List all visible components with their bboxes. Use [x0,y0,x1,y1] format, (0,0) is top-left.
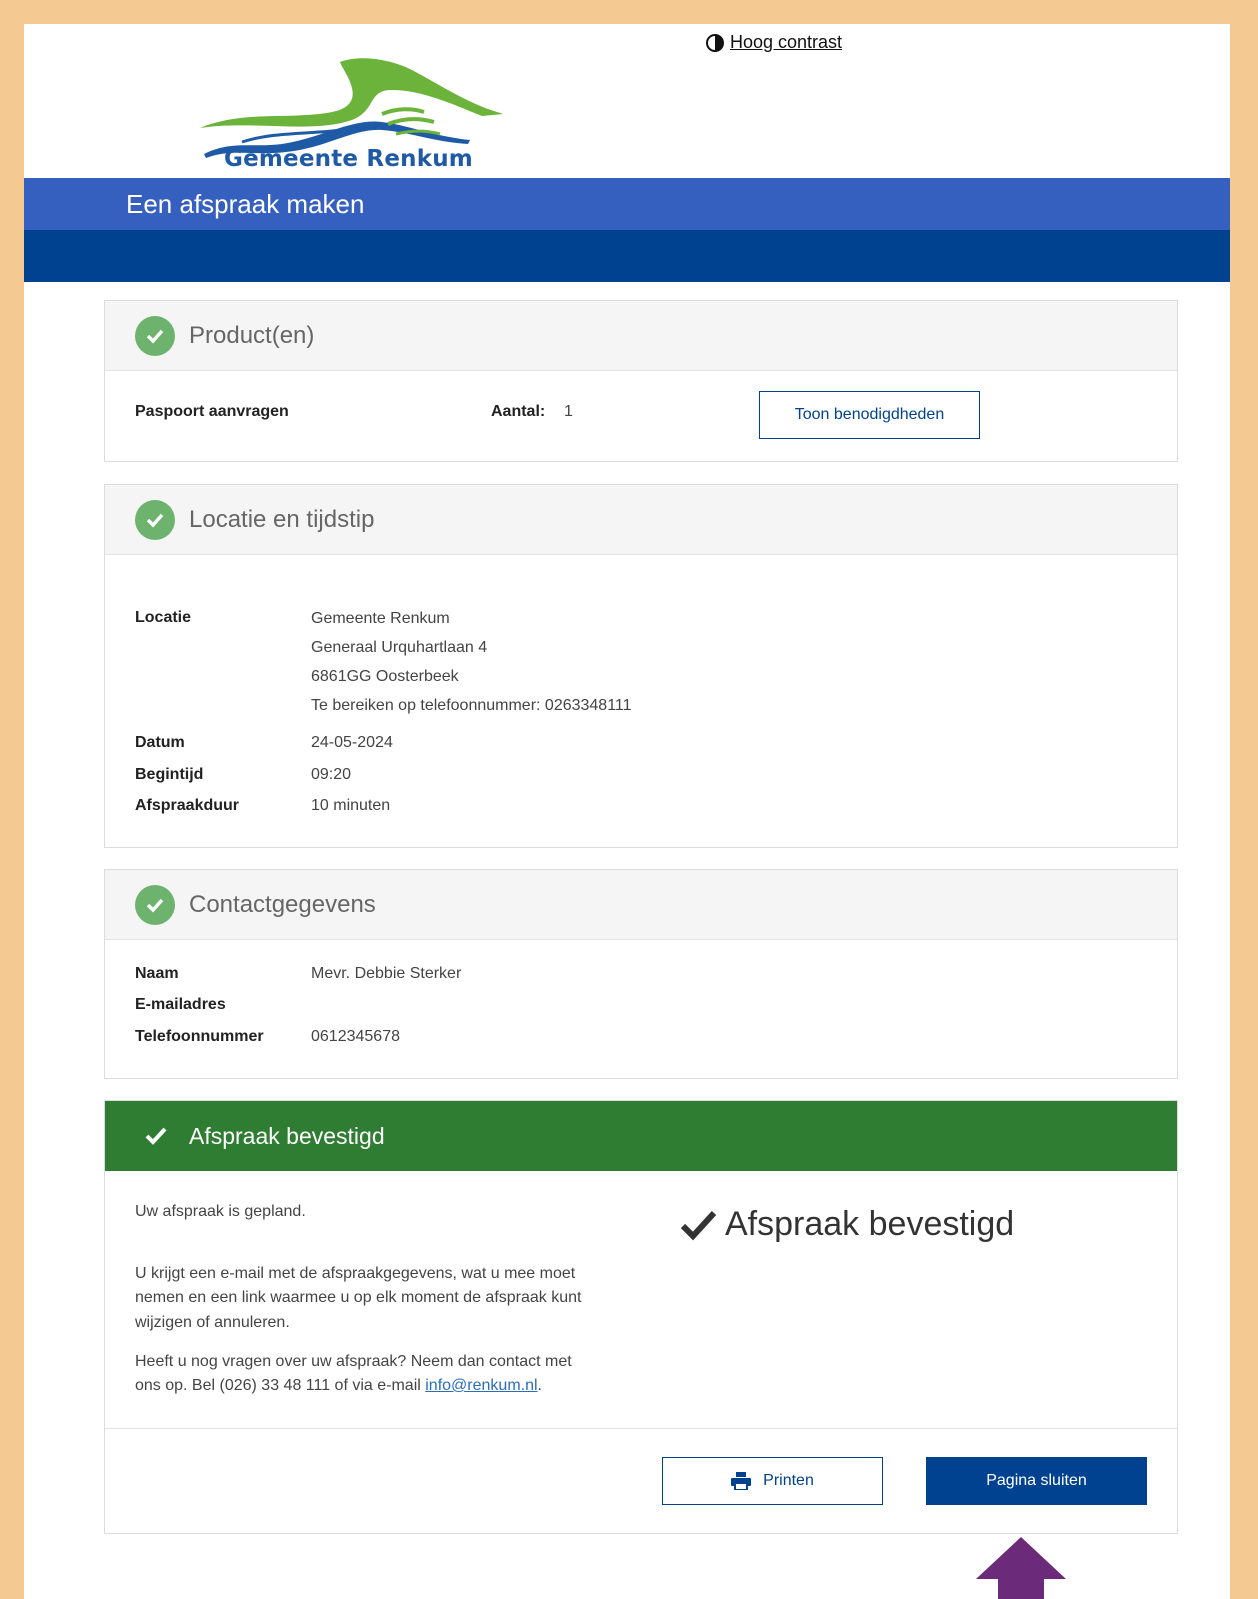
email-link[interactable]: info@renkum.nl [425,1377,537,1394]
duration-label: Afspraakduur [135,797,240,814]
logo-text: Gemeente Renkum [224,146,473,172]
quantity-label: Aantal: [491,403,546,420]
site-header: Gemeente Renkum Hoog contrast [24,24,1230,178]
contact-title: Contactgegevens [189,890,376,918]
confirmation-title: Afspraak bevestigd [189,1122,385,1149]
date-value: 24-05-2024 [311,734,393,751]
print-label: Printen [763,1472,814,1489]
questions-line: ons op. Bel (026) 33 48 111 of via e-mai… [135,1373,542,1398]
close-page-button[interactable]: Pagina sluiten [926,1457,1147,1505]
confirmation-panel: Afspraak bevestigd Uw afspraak is geplan… [104,1100,1178,1534]
products-panel: Product(en) Paspoort aanvragen Aantal: 1… [104,300,1178,462]
address-line: 6861GG Oosterbeek [311,668,459,685]
page-frame: Gemeente Renkum Hoog contrast Een afspra… [24,24,1230,1599]
contrast-icon [706,33,724,52]
big-confirmation: Afspraak bevestigd [681,1205,1014,1244]
questions-line: Heeft u nog vragen over uw afspraak? Nee… [135,1353,572,1370]
big-confirmation-text: Afspraak bevestigd [725,1205,1015,1243]
products-title: Product(en) [189,321,315,349]
address-line: Te bereiken op telefoonnummer: 026334811… [311,697,632,714]
print-button[interactable]: Printen [662,1457,883,1505]
email-info-line: U krijgt een e-mail met de afspraakgegev… [135,1265,576,1282]
email-info-line: nemen en een link waarmee u op elk momen… [135,1289,582,1306]
check-circle-icon [135,315,175,356]
page-title: Een afspraak maken [126,189,365,219]
period: . [537,1377,542,1394]
contact-panel-header: Contactgegevens [105,870,1177,940]
high-contrast-toggle[interactable]: Hoog contrast [706,32,842,53]
confirmation-header: Afspraak bevestigd [105,1101,1177,1171]
address-line: Gemeente Renkum [311,610,450,627]
name-label: Naam [135,965,179,982]
location-label: Locatie [135,609,192,626]
start-time-label: Begintijd [135,766,204,783]
quantity-value: 1 [564,403,573,420]
printer-icon [731,1472,752,1490]
divider [105,1428,1177,1429]
questions-text: ons op. Bel (026) 33 48 111 of via e-mai… [135,1377,421,1394]
arrow-up-icon [976,1537,1066,1599]
contact-panel: Contactgegevens Naam Mevr. Debbie Sterke… [104,869,1178,1079]
location-panel-header: Locatie en tijdstip [105,485,1177,555]
phone-value: 0612345678 [311,1028,400,1045]
address-line: Generaal Urquhartlaan 4 [311,639,488,656]
product-name: Paspoort aanvragen [135,403,289,420]
nav-band [24,230,1230,282]
products-panel-header: Product(en) [105,301,1177,371]
start-time-value: 09:20 [311,766,352,783]
email-label: E-mailadres [135,996,226,1013]
checkmark-icon [145,1127,167,1145]
show-requirements-button[interactable]: Toon benodigdheden [759,391,980,439]
location-panel: Locatie en tijdstip Locatie Gemeente Ren… [104,484,1178,848]
high-contrast-link[interactable]: Hoog contrast [730,32,842,53]
page-banner: Een afspraak maken [24,178,1230,230]
large-checkmark-icon [681,1210,717,1240]
date-label: Datum [135,734,185,751]
location-title: Locatie en tijdstip [189,505,375,533]
planned-text: Uw afspraak is gepland. [135,1203,306,1220]
duration-value: 10 minuten [311,797,391,814]
check-circle-icon [135,499,175,540]
email-info-line: wijzigen of annuleren. [135,1314,290,1331]
phone-label: Telefoonnummer [135,1028,264,1045]
check-circle-icon [135,884,175,925]
name-value: Mevr. Debbie Sterker [311,965,462,982]
